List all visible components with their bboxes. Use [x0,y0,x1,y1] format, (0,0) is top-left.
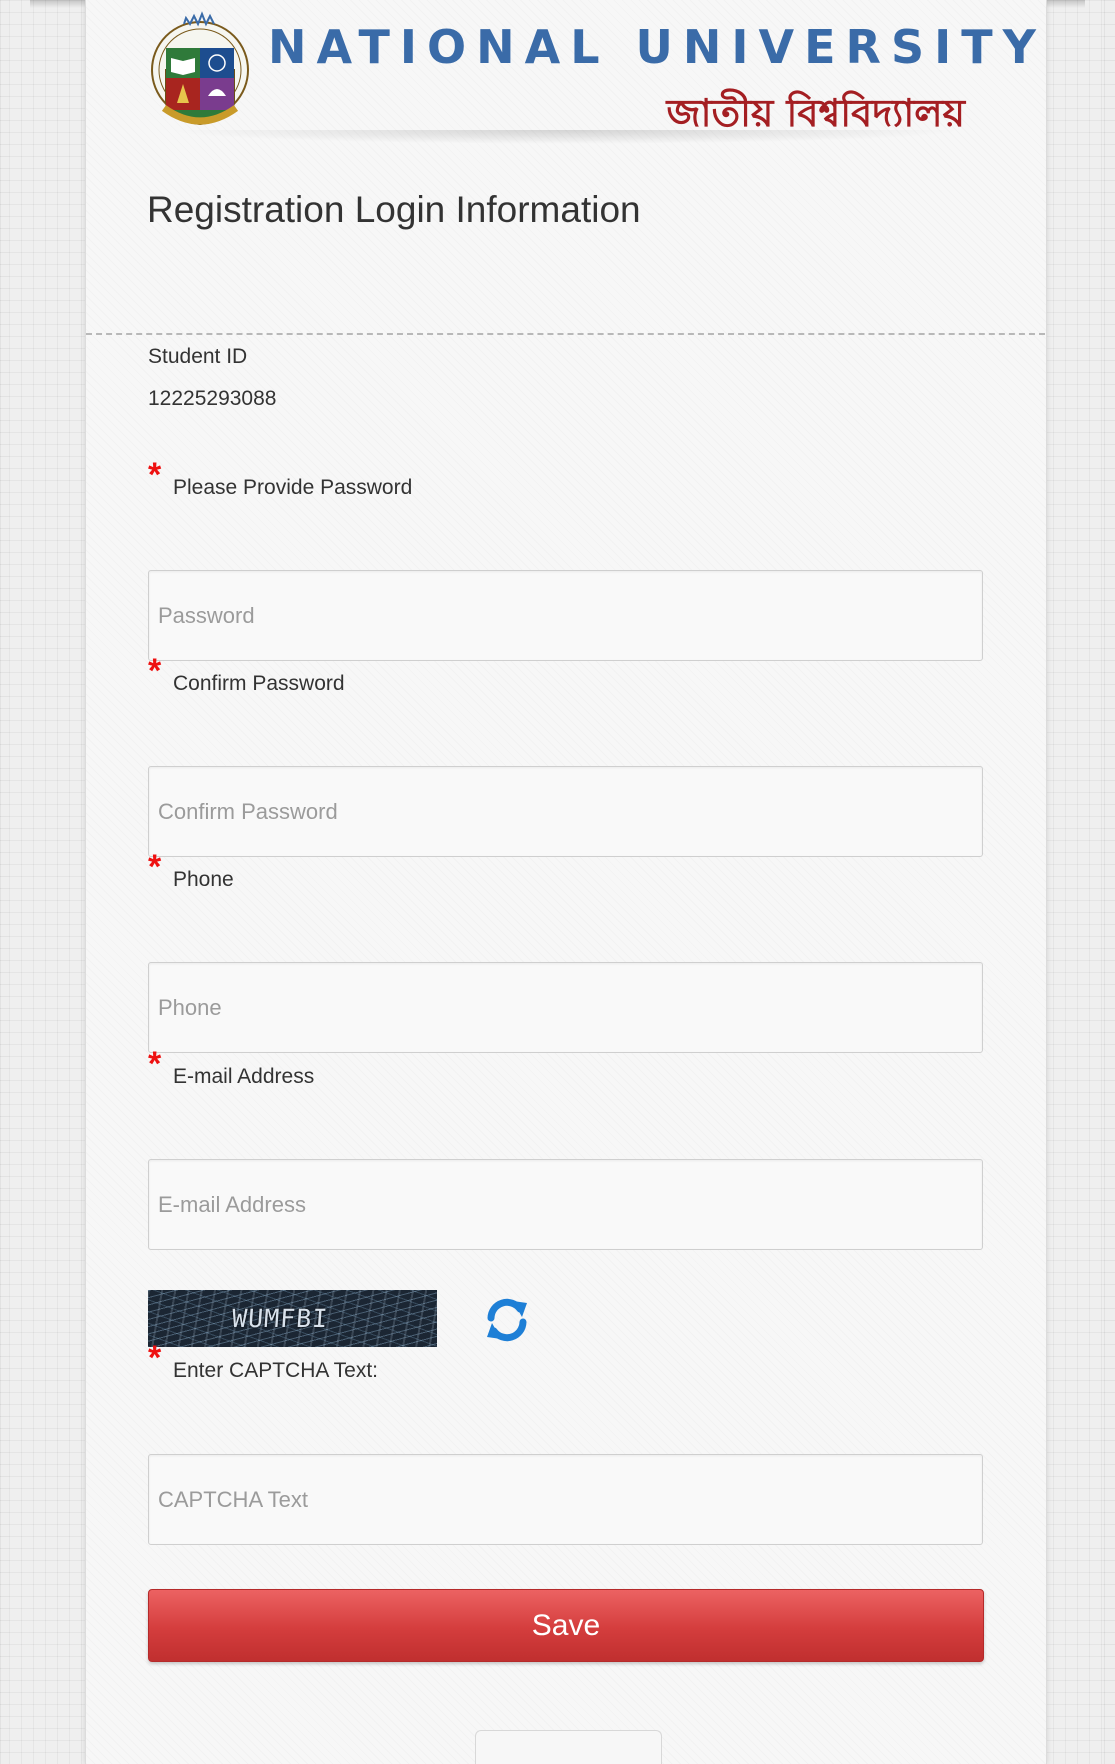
required-star-icon: * [148,652,162,690]
confirm-password-input[interactable] [148,766,983,857]
required-star-icon: * [148,1339,162,1377]
email-label-text: E-mail Address [173,1065,315,1088]
required-star-icon: * [148,456,162,494]
password-input[interactable] [148,570,983,661]
phone-label-text: Phone [173,868,234,891]
password-label-text: Please Provide Password [173,476,413,499]
captcha-image-text: WUMFBI [230,1304,330,1333]
required-star-icon: * [148,1045,162,1083]
university-name-bangla: জাতীয় বিশ্ববিদ্যালয় [666,91,965,135]
confirm-password-label-text: Confirm Password [173,672,345,695]
student-id-label: Student ID [148,345,248,368]
university-header: NATIONAL UNIVERSITY জাতীয় বিশ্ববিদ্যালয… [150,8,1036,138]
email-input[interactable] [148,1159,983,1250]
student-id-value: 12225293088 [148,387,277,410]
footer-tab [475,1730,662,1764]
required-star-icon: * [148,848,162,886]
captcha-image: WUMFBI [148,1290,437,1347]
captcha-input[interactable] [148,1454,983,1545]
save-button[interactable]: Save [148,1589,984,1662]
university-name-english: NATIONAL UNIVERSITY [268,20,1046,74]
refresh-captcha-icon[interactable] [482,1295,532,1345]
corner-shadow-left [30,0,85,8]
section-divider [86,333,1045,335]
phone-input[interactable] [148,962,983,1053]
university-logo-icon [151,11,249,126]
page-title: Registration Login Information [147,189,641,230]
captcha-label-text: Enter CAPTCHA Text: [173,1359,379,1382]
